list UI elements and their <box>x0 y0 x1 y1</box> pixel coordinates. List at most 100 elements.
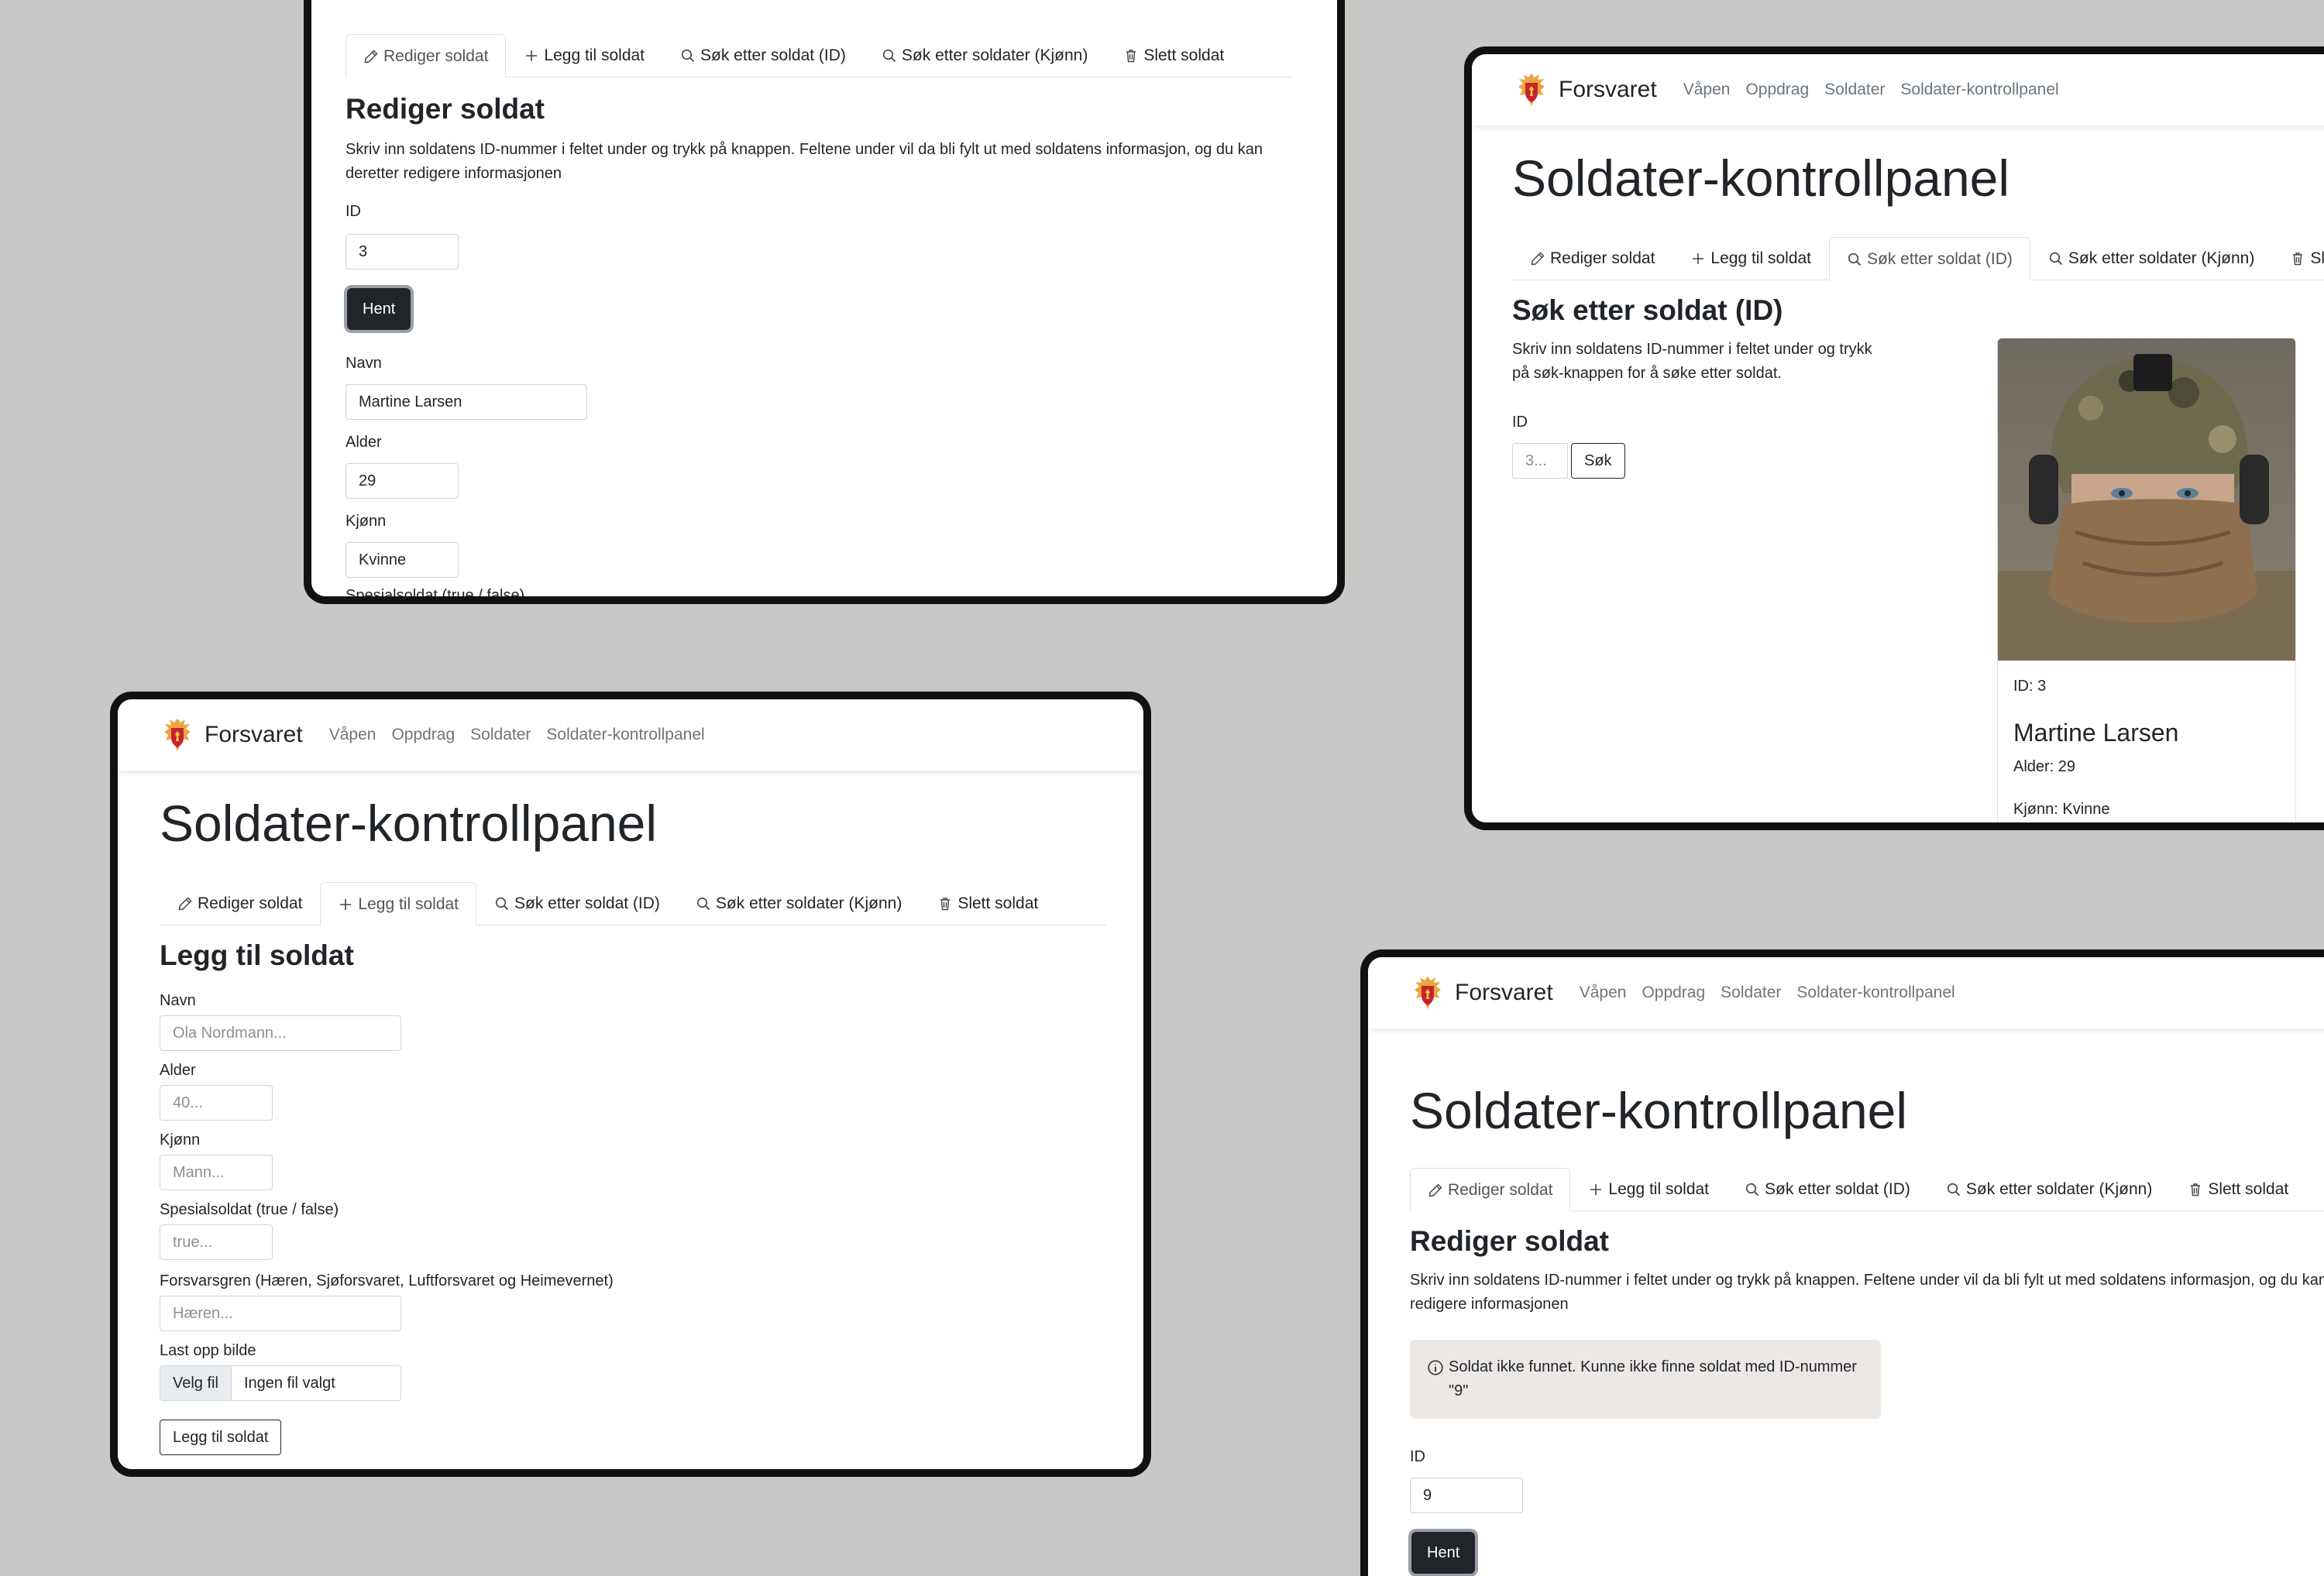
search-icon <box>1847 252 1862 267</box>
tab-label: Slett soldat <box>957 894 1039 912</box>
nav-link-control-panel[interactable]: Soldater-kontrollpanel <box>546 726 704 744</box>
tab-bar: Rediger soldat Legg til soldat Søk etter… <box>346 34 1292 77</box>
id-input[interactable]: 3 <box>346 234 459 270</box>
section-title: Rediger soldat <box>1410 1225 1609 1257</box>
info-icon <box>1427 1359 1444 1376</box>
brand-text: Forsvaret <box>1455 980 1553 1005</box>
trash-icon <box>937 896 953 912</box>
fetch-button[interactable]: Hent <box>347 288 411 330</box>
tab-delete-soldier[interactable]: Slett soldat <box>2272 237 2324 280</box>
tab-delete-soldier[interactable]: Slett soldat <box>2170 1168 2306 1210</box>
page-title: Soldater-kontrollpanel <box>1512 149 2010 207</box>
id-input[interactable]: 9 <box>1410 1478 1523 1513</box>
upload-label: Last opp bilde <box>160 1342 256 1359</box>
tab-label: Legg til soldat <box>1710 249 1812 267</box>
tab-add-soldier[interactable]: Legg til soldat <box>1570 1168 1727 1210</box>
tab-label: Rediger soldat <box>198 894 303 912</box>
search-icon <box>494 896 510 912</box>
tab-delete-soldier[interactable]: Slett soldat <box>920 882 1056 925</box>
nav-link-control-panel[interactable]: Soldater-kontrollpanel <box>1900 81 2058 99</box>
crest-icon <box>161 717 194 753</box>
crest-icon <box>1411 975 1444 1011</box>
tab-search-id[interactable]: Søk etter soldat (ID) <box>1829 237 2030 280</box>
navbar: Forsvaret Våpen Oppdrag Soldater Soldate… <box>118 699 1143 771</box>
nav-link-missions[interactable]: Oppdrag <box>391 726 455 744</box>
tab-search-gender[interactable]: Søk etter soldater (Kjønn) <box>864 34 1105 77</box>
name-input[interactable]: Martine Larsen <box>346 384 587 420</box>
file-status: Ingen fil valgt <box>243 1374 335 1392</box>
search-icon <box>1745 1182 1760 1197</box>
nav-link-weapons[interactable]: Våpen <box>1683 81 1731 99</box>
tab-label: Legg til soldat <box>1608 1180 1710 1198</box>
gender-label: Kjønn <box>160 1131 201 1149</box>
age-label: Alder <box>160 1062 196 1079</box>
tab-label: Slett soldat <box>2208 1180 2289 1198</box>
tab-edit-soldier[interactable]: Rediger soldat <box>346 34 507 77</box>
tab-bar: Rediger soldat Legg til soldat Søk etter… <box>160 882 1106 925</box>
window-edit-soldier-error: Forsvaret Våpen Oppdrag Soldater Soldate… <box>1360 949 2324 1576</box>
fetch-button[interactable]: Hent <box>1411 1532 1476 1574</box>
brand[interactable]: Forsvaret <box>161 717 303 753</box>
tab-add-soldier[interactable]: Legg til soldat <box>1673 237 1829 280</box>
crest-icon <box>1515 72 1548 108</box>
brand-text: Forsvaret <box>205 722 303 747</box>
tab-search-id[interactable]: Søk etter soldat (ID) <box>1727 1168 1928 1210</box>
branch-input[interactable]: Hæren... <box>160 1296 401 1331</box>
name-input[interactable]: Ola Nordmann... <box>160 1015 401 1051</box>
tab-delete-soldier[interactable]: Slett soldat <box>1105 34 1242 77</box>
nav-link-control-panel[interactable]: Soldater-kontrollpanel <box>1796 984 1954 1002</box>
age-input[interactable]: 40... <box>160 1085 273 1121</box>
brand[interactable]: Forsvaret <box>1515 72 1657 108</box>
nav-link-soldiers[interactable]: Soldater <box>470 726 531 744</box>
age-input[interactable]: 29 <box>346 463 459 499</box>
file-upload-input[interactable]: Velg fil Ingen fil valgt <box>160 1365 401 1401</box>
nav-link-soldiers[interactable]: Soldater <box>1824 81 1885 99</box>
tab-label: Rediger soldat <box>383 46 489 65</box>
tab-label: Søk etter soldater (Kjønn) <box>2068 249 2255 267</box>
section-title: Søk etter soldat (ID) <box>1512 294 1783 326</box>
tab-bar: Rediger soldat Legg til soldat Søk etter… <box>1410 1168 2324 1211</box>
gender-input[interactable]: Kvinne <box>346 542 459 578</box>
search-icon <box>882 48 897 64</box>
nav-link-soldiers[interactable]: Soldater <box>1721 984 1781 1002</box>
tab-label: Søk etter soldat (ID) <box>514 894 660 912</box>
choose-file-button[interactable]: Velg fil <box>160 1366 232 1400</box>
tab-search-id[interactable]: Søk etter soldat (ID) <box>476 882 678 925</box>
tab-label: Søk etter soldat (ID) <box>700 46 846 64</box>
gender-input[interactable]: Mann... <box>160 1155 273 1190</box>
tab-add-soldier[interactable]: Legg til soldat <box>320 882 477 925</box>
pencil-icon <box>177 896 193 912</box>
nav-link-weapons[interactable]: Våpen <box>329 726 376 744</box>
tab-add-soldier[interactable]: Legg til soldat <box>506 34 662 77</box>
tab-edit-soldier[interactable]: Rediger soldat <box>1410 1168 1571 1211</box>
special-label: Spesialsoldat (true / false) <box>346 587 525 604</box>
window-search-soldier: Forsvaret Våpen Oppdrag Soldater Soldate… <box>1464 46 2324 830</box>
nav-link-missions[interactable]: Oppdrag <box>1745 81 1809 99</box>
nav-link-weapons[interactable]: Våpen <box>1580 984 1627 1002</box>
result-age: Alder: 29 <box>2013 758 2076 775</box>
name-label: Navn <box>346 355 382 372</box>
tab-label: Legg til soldat <box>358 894 459 913</box>
id-search-input[interactable]: 3... <box>1512 443 1568 479</box>
tab-search-id[interactable]: Søk etter soldat (ID) <box>662 34 864 77</box>
brand[interactable]: Forsvaret <box>1411 975 1553 1011</box>
tab-edit-soldier[interactable]: Rediger soldat <box>160 882 320 925</box>
add-soldier-button[interactable]: Legg til soldat <box>160 1420 282 1455</box>
tab-search-gender[interactable]: Søk etter soldater (Kjønn) <box>2030 237 2272 280</box>
tab-edit-soldier[interactable]: Rediger soldat <box>1512 237 1673 280</box>
tab-search-gender[interactable]: Søk etter soldater (Kjønn) <box>678 882 920 925</box>
tab-search-gender[interactable]: Søk etter soldater (Kjønn) <box>1928 1168 2170 1210</box>
special-input[interactable]: true... <box>160 1224 273 1260</box>
name-label: Navn <box>160 992 196 1009</box>
window-add-soldier: Forsvaret Våpen Oppdrag Soldater Soldate… <box>110 692 1151 1477</box>
result-id: ID: 3 <box>2013 678 2047 695</box>
window-edit-soldier: Soldater-kontrollpanel Rediger soldat Le… <box>304 0 1345 604</box>
branch-label: Forsvarsgren (Hæren, Sjøforsvaret, Luftf… <box>160 1272 614 1289</box>
section-title: Rediger soldat <box>346 93 545 125</box>
search-button[interactable]: Søk <box>1571 443 1625 479</box>
tab-label: Søk etter soldater (Kjønn) <box>715 894 902 912</box>
search-icon <box>680 48 696 64</box>
pencil-icon <box>1428 1183 1443 1198</box>
nav-link-missions[interactable]: Oppdrag <box>1642 984 1705 1002</box>
id-label: ID <box>1410 1448 1425 1465</box>
